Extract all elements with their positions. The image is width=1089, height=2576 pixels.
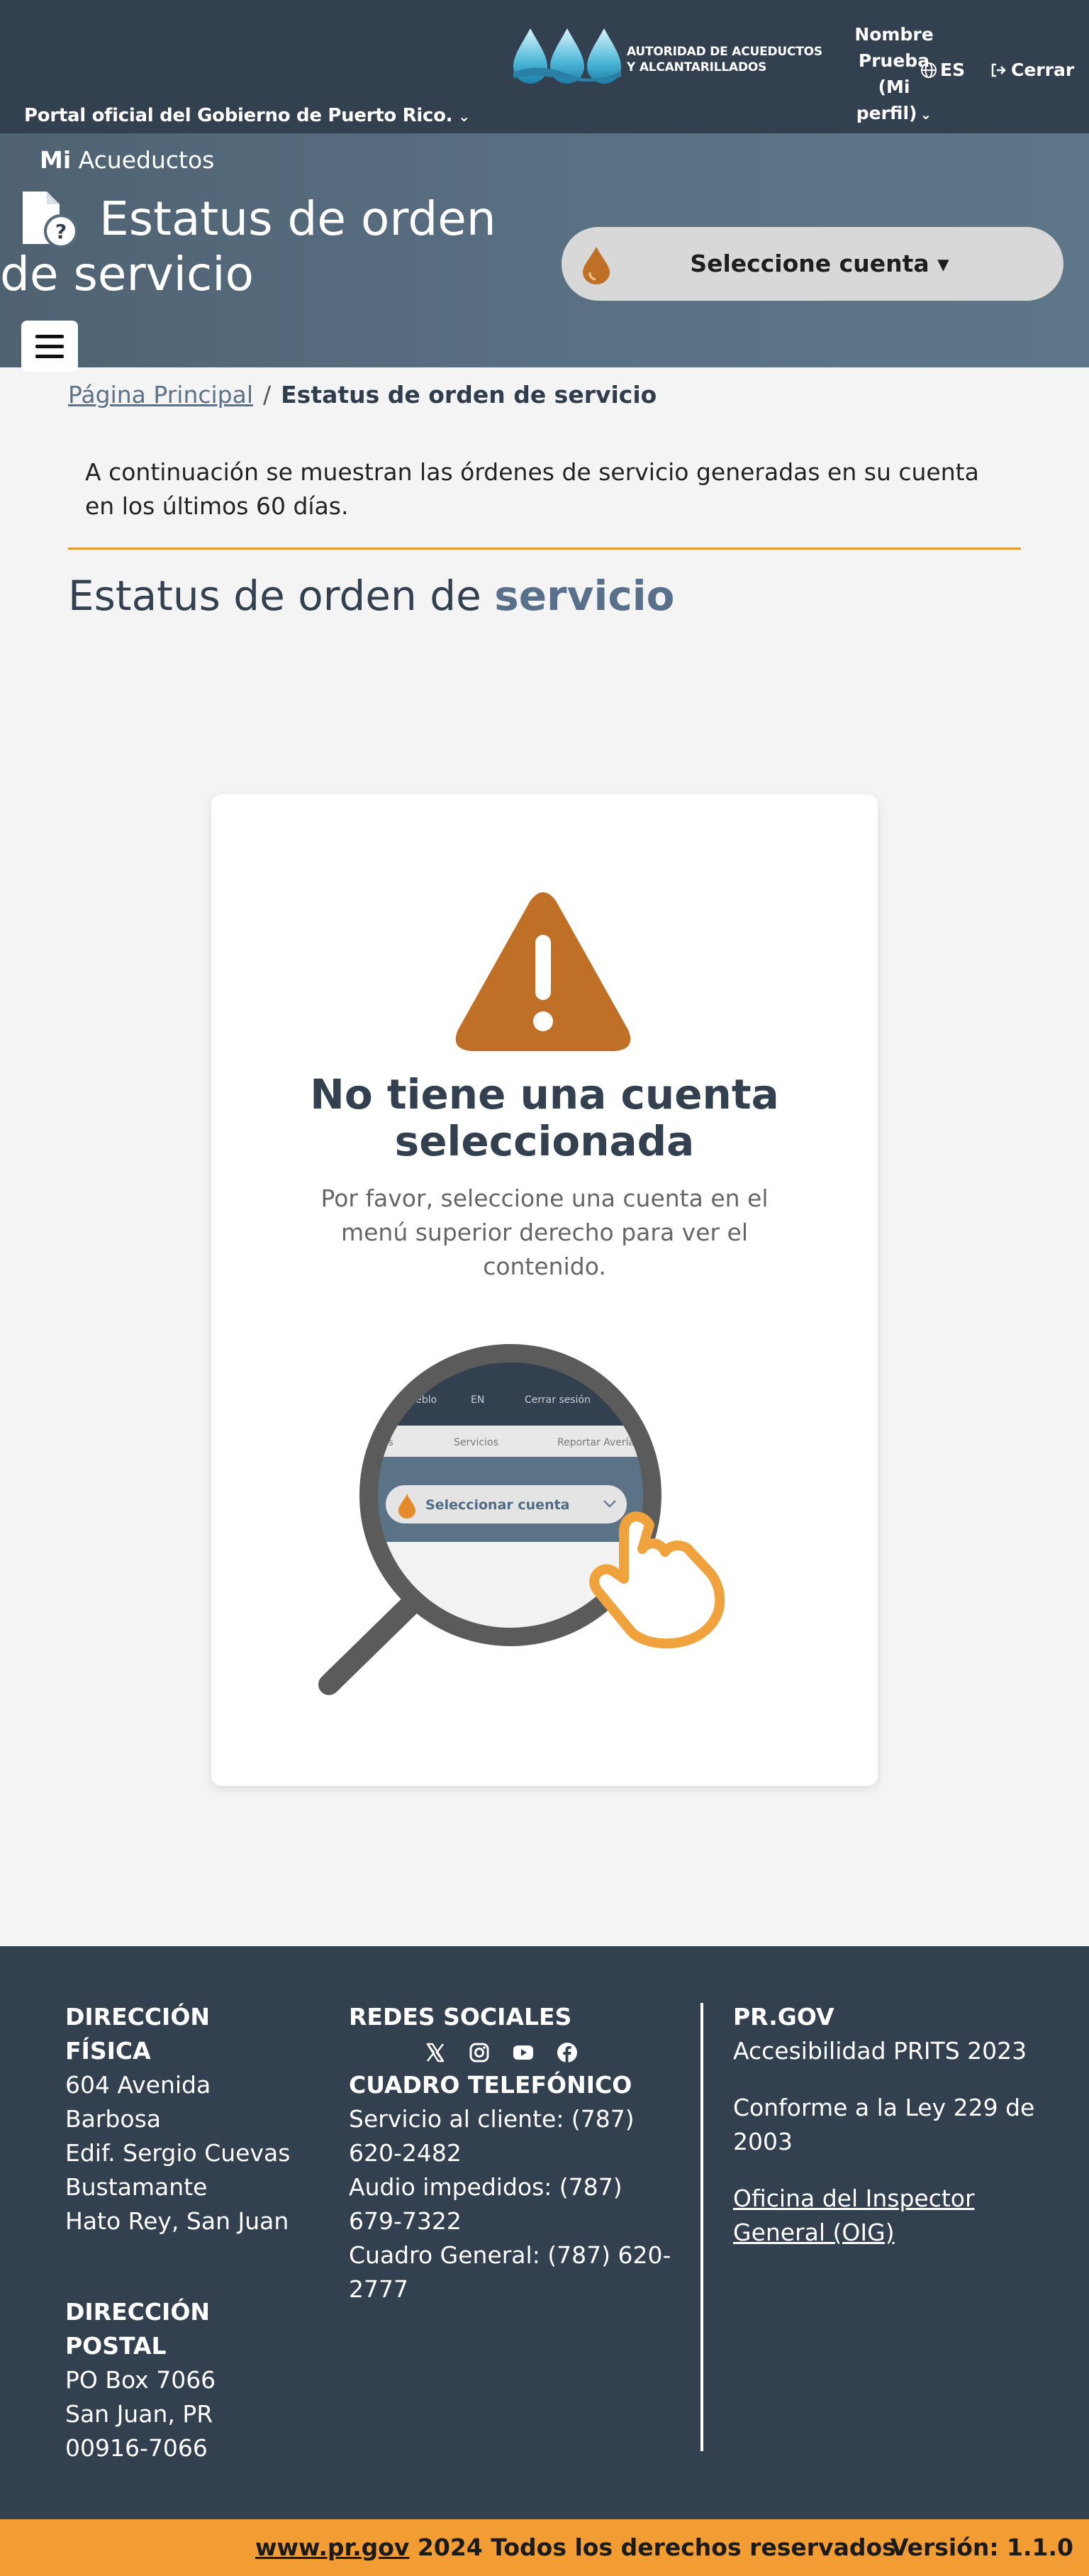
facebook-icon[interactable] bbox=[556, 2041, 579, 2064]
postal-line: 00916-7066 bbox=[65, 2434, 208, 2462]
law-text: Conforme a la Ley 229 de 2003 bbox=[733, 2094, 1035, 2155]
logo-text: AUTORIDAD DE ACUEDUCTOS Y ALCANTARILLADO… bbox=[627, 45, 822, 74]
account-selector-label: Seleccione cuenta ▾ bbox=[690, 250, 949, 277]
footer-contact: REDES SOCIALES CUADRO TELEFÓNICO Servici… bbox=[349, 2000, 682, 2306]
warning-icon bbox=[455, 892, 631, 1051]
menu-bar bbox=[35, 335, 64, 338]
footer-address: DIRECCIÓN FÍSICA 604 Avenida Barbosa Edi… bbox=[65, 2000, 299, 2465]
account-selector[interactable]: Seleccione cuenta ▾ bbox=[562, 227, 1063, 301]
magnifier-illustration: ...ueblo EN Cerrar sesión ...s Servicios… bbox=[318, 1344, 725, 1695]
postal-line: San Juan, PR bbox=[65, 2400, 213, 2428]
breadcrumb-separator: / bbox=[263, 381, 272, 409]
illustration-top-item: EN bbox=[471, 1394, 484, 1406]
address-line: Edif. Sergio Cuevas bbox=[65, 2139, 291, 2167]
logout-icon bbox=[991, 63, 1006, 77]
illustration-menu-item: Servicios bbox=[454, 1437, 498, 1448]
svg-text:?: ? bbox=[55, 220, 67, 243]
language-label: ES bbox=[940, 60, 966, 80]
illustration-select-label: Seleccionar cuenta bbox=[425, 1497, 570, 1513]
top-bar: AUTORIDAD DE ACUEDUCTOS Y ALCANTARILLADO… bbox=[0, 0, 1089, 133]
chevron-down-icon: ⌄ bbox=[458, 108, 470, 125]
portal-label: Portal oficial del Gobierno de Puerto Ri… bbox=[24, 105, 453, 126]
breadcrumb-home-link[interactable]: Página Principal bbox=[68, 381, 253, 409]
divider bbox=[68, 548, 1021, 550]
phone-customer[interactable]: Servicio al cliente: (787) 620-2482 bbox=[349, 2102, 682, 2170]
phone-general[interactable]: Cuadro General: (787) 620-2777 bbox=[349, 2238, 682, 2306]
empty-state-message: Por favor, seleccione una cuenta en el m… bbox=[320, 1184, 769, 1280]
menu-bar bbox=[35, 355, 64, 358]
x-twitter-icon[interactable] bbox=[424, 2041, 447, 2064]
intro-text: A continuación se muestran las órdenes d… bbox=[85, 458, 979, 520]
postal-line: PO Box 7066 bbox=[65, 2366, 216, 2394]
globe-icon bbox=[921, 62, 937, 78]
brand-link[interactable]: Mi Acueductos bbox=[40, 146, 214, 174]
address-line: Barbosa bbox=[65, 2105, 161, 2133]
page-hero: Mi Acueductos Estatus de orden de servic… bbox=[0, 133, 1089, 372]
breadcrumb-current: Estatus de orden de servicio bbox=[281, 381, 657, 409]
youtube-icon[interactable] bbox=[512, 2041, 535, 2064]
address-line: Hato Rey, San Juan bbox=[65, 2207, 289, 2235]
accessibility-text: Accesibilidad PRITS 2023 bbox=[733, 2037, 1027, 2065]
hamburger-menu-button[interactable] bbox=[21, 321, 78, 372]
social-title: REDES SOCIALES bbox=[349, 2003, 572, 2031]
portal-dropdown[interactable]: Portal oficial del Gobierno de Puerto Ri… bbox=[24, 105, 470, 126]
footer-prgov: PR.GOV Accesibilidad PRITS 2023 Conforme… bbox=[733, 2000, 1059, 2272]
empty-state-title: No tiene una cuenta seleccionada bbox=[310, 1070, 779, 1165]
prgov-link[interactable]: www.pr.gov bbox=[255, 2533, 409, 2561]
logout-button[interactable]: Cerrar bbox=[990, 60, 1074, 80]
menu-bar bbox=[35, 345, 64, 348]
address-line: 604 Avenida bbox=[65, 2071, 211, 2099]
postal-title: DIRECCIÓN POSTAL bbox=[65, 2298, 211, 2360]
address-line: Bustamante bbox=[65, 2173, 208, 2201]
footer: DIRECCIÓN FÍSICA 604 Avenida Barbosa Edi… bbox=[0, 1946, 1089, 2519]
chevron-down-icon: ⌄ bbox=[920, 106, 932, 123]
section-title: Estatus de orden de servicio bbox=[68, 572, 675, 620]
empty-state-card: No tiene una cuenta seleccionada Por fav… bbox=[211, 794, 878, 1786]
instagram-icon[interactable] bbox=[468, 2041, 491, 2064]
footer-divider bbox=[700, 2003, 703, 2451]
prasa-logo[interactable] bbox=[510, 24, 624, 88]
illustration-top-item: Cerrar sesión bbox=[525, 1394, 591, 1406]
bottom-bar: www.pr.gov 2024 Todos los derechos reser… bbox=[0, 2519, 1089, 2576]
social-links bbox=[349, 2034, 682, 2068]
prgov-title: PR.GOV bbox=[733, 2003, 834, 2031]
illustration-menu-item: Reportar Averías bbox=[557, 1437, 640, 1448]
page-title: Estatus de orden de servicio bbox=[0, 191, 496, 301]
version-label: Versión: 1.1.0 bbox=[890, 2533, 1073, 2561]
document-question-icon: ? bbox=[23, 191, 78, 248]
phone-audio[interactable]: Audio impedidos: (787) 679-7322 bbox=[349, 2170, 682, 2238]
language-selector[interactable]: ES bbox=[920, 60, 965, 80]
logout-label: Cerrar bbox=[1011, 60, 1075, 80]
breadcrumb: Página Principal / Estatus de orden de ser… bbox=[68, 381, 657, 409]
oig-link[interactable]: Oficina del Inspector General (OIG) bbox=[733, 2184, 975, 2246]
address-title: DIRECCIÓN FÍSICA bbox=[65, 2003, 211, 2065]
copyright: www.pr.gov 2024 Todos los derechos reser… bbox=[255, 2533, 896, 2561]
phone-title: CUADRO TELEFÓNICO bbox=[349, 2071, 632, 2099]
